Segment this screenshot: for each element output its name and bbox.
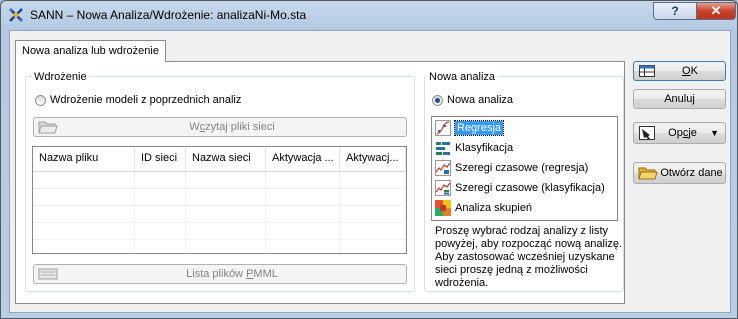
cluster-analysis-icon xyxy=(435,200,451,216)
table-row[interactable] xyxy=(33,189,406,206)
column-header-activation-1[interactable]: Aktywacja ... xyxy=(266,147,340,171)
options-button[interactable]: Opcje ▼ xyxy=(633,122,726,144)
deployment-group-label: Wdrożenie xyxy=(32,71,89,83)
tab-new-analysis-or-deployment[interactable]: Nowa analiza lub wdrożenie xyxy=(15,40,166,62)
time-series-classification-icon xyxy=(435,180,451,196)
table-row[interactable] xyxy=(33,206,406,223)
load-files-label-post: zytaj pliki sieci xyxy=(205,121,275,133)
ok-grid-icon xyxy=(639,65,655,77)
regression-icon xyxy=(435,120,451,136)
pmml-file-list-button[interactable]: Lista plików PMML xyxy=(33,264,407,284)
table-row[interactable] xyxy=(33,223,406,240)
dropdown-arrow-icon: ▼ xyxy=(710,128,719,138)
cancel-button[interactable]: Anuluj xyxy=(633,89,726,109)
options-label-pre: Op xyxy=(668,127,683,139)
classification-icon xyxy=(436,142,450,155)
time-series-regression-icon xyxy=(435,160,451,176)
new-analysis-radio-label: Nowa analiza xyxy=(447,94,514,106)
ok-label-post: K xyxy=(690,65,698,77)
ok-label-key: O xyxy=(682,65,691,77)
window-title: SANN – Nowa Analiza/Wdrożenie: analizaNi… xyxy=(30,8,307,22)
list-item-time-series-regression[interactable]: Szeregi czasowe (regresja) xyxy=(434,159,615,177)
table-header: Nazwa pliku ID sieci Nazwa sieci Aktywac… xyxy=(33,147,406,172)
table-row[interactable] xyxy=(33,240,406,253)
column-header-network-id[interactable]: ID sieci xyxy=(135,147,186,171)
sann-app-icon xyxy=(9,8,23,22)
help-button[interactable]: ? xyxy=(653,2,697,20)
list-item-classification[interactable]: Klasyfikacja xyxy=(434,139,615,157)
column-header-network-name[interactable]: Nazwa sieci xyxy=(186,147,266,171)
list-item-label: Szeregi czasowe (regresja) xyxy=(455,162,589,174)
list-item-label: Analiza skupień xyxy=(455,202,533,214)
radio-circle-unchecked[interactable] xyxy=(35,94,46,106)
list-item-label: Regresja xyxy=(453,120,505,136)
deployment-radio-label: Wdrożenie modeli z poprzednich analiz xyxy=(50,94,242,106)
ok-button[interactable]: OK xyxy=(633,61,726,81)
analysis-description: Proszę wybrać rodzaj analizy z listy pow… xyxy=(435,225,623,289)
pmml-label-pre: Lista plików xyxy=(186,268,247,280)
network-files-table[interactable]: Nazwa pliku ID sieci Nazwa sieci Aktywac… xyxy=(32,146,407,254)
new-analysis-group-label: Nowa analiza xyxy=(427,71,498,83)
new-analysis-radio[interactable]: Nowa analiza xyxy=(432,94,513,106)
pmml-list-icon xyxy=(38,268,58,280)
list-item-regression[interactable]: Regresja xyxy=(434,119,615,137)
load-files-label-pre: W xyxy=(189,121,200,133)
pmml-label-post: MML xyxy=(253,268,278,280)
deployment-radio[interactable]: Wdrożenie modeli z poprzednich analiz xyxy=(35,94,241,106)
open-folder-icon xyxy=(638,167,658,180)
title-bar[interactable]: SANN – Nowa Analiza/Wdrożenie: analizaNi… xyxy=(1,1,737,29)
analysis-type-list[interactable]: Regresja Klasyfikacja Szeregi czasowe (r… xyxy=(431,116,618,221)
list-item-label: Klasyfikacja xyxy=(455,142,514,154)
table-row[interactable] xyxy=(33,172,406,189)
cancel-label: Anuluj xyxy=(664,93,695,105)
open-data-button[interactable]: Otwórz dane xyxy=(633,162,726,184)
column-header-activation-2[interactable]: Aktywacj... xyxy=(340,147,406,171)
open-folder-icon xyxy=(38,121,58,134)
list-item-cluster-analysis[interactable]: Analiza skupień xyxy=(434,199,615,217)
close-button[interactable]: ✕ xyxy=(696,2,736,20)
list-item-time-series-classification[interactable]: Szeregi czasowe (klasyfikacja) xyxy=(434,179,615,197)
open-data-label: Otwórz dane xyxy=(660,167,723,179)
radio-circle-checked[interactable] xyxy=(432,94,443,106)
options-label-post: je xyxy=(688,127,697,139)
list-item-label: Szeregi czasowe (klasyfikacja) xyxy=(455,182,605,194)
column-header-file-name[interactable]: Nazwa pliku xyxy=(33,147,135,171)
load-network-files-button[interactable]: Wczytaj pliki sieci xyxy=(33,117,407,137)
options-icon xyxy=(639,126,655,140)
